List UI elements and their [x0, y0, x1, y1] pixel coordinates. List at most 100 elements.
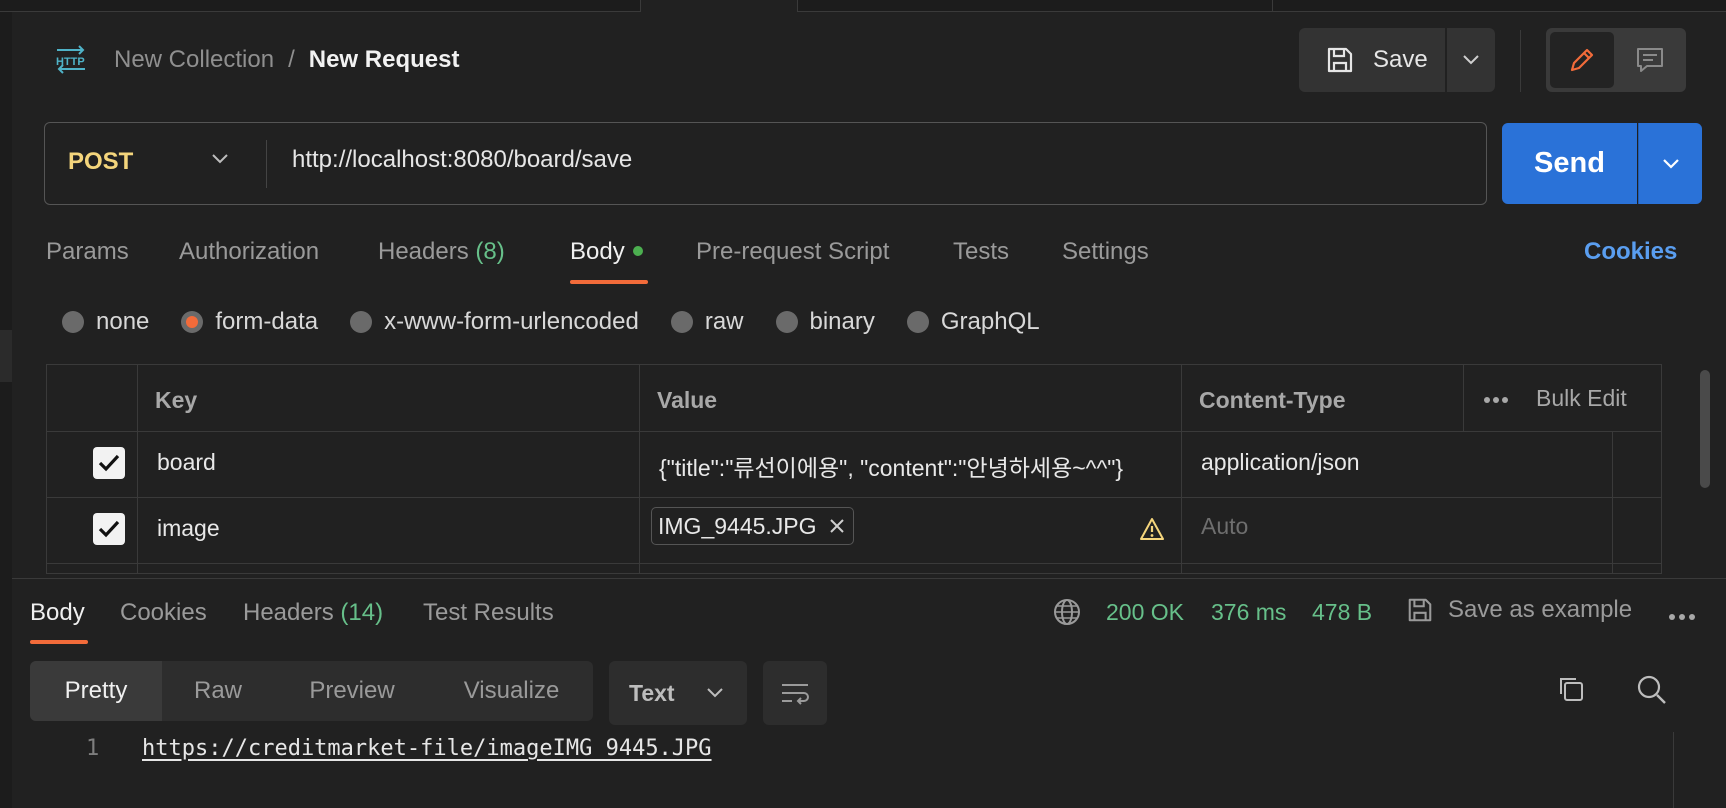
pane-divider[interactable]: [12, 578, 1726, 579]
row-key[interactable]: board: [157, 449, 216, 476]
search-icon[interactable]: [1636, 674, 1668, 711]
row-checkbox[interactable]: [93, 447, 125, 479]
save-icon: [1327, 47, 1353, 73]
send-button[interactable]: Send: [1502, 123, 1637, 204]
editor-edge: [1673, 732, 1674, 808]
radio-circle: [350, 311, 373, 333]
radio-label: form-data: [215, 308, 319, 335]
column-divider: [1612, 431, 1613, 573]
checkmark-icon: [98, 520, 120, 538]
wrap-lines-icon: [782, 684, 809, 705]
chevron-down-icon: [706, 688, 723, 698]
save-label: Save: [1373, 46, 1428, 73]
radio-circle: [775, 311, 798, 333]
tab-authorization[interactable]: Authorization: [179, 238, 319, 266]
globe-icon[interactable]: [1052, 597, 1082, 632]
more-options-icon[interactable]: [1483, 391, 1509, 409]
send-options-button[interactable]: [1638, 123, 1702, 204]
left-sidebar-edge: [0, 12, 12, 808]
comment-mode-button[interactable]: [1618, 32, 1682, 88]
warning-icon[interactable]: [1139, 517, 1165, 546]
copy-icon[interactable]: [1556, 674, 1586, 709]
breadcrumb-request[interactable]: New Request: [309, 46, 460, 73]
comment-icon: [1637, 48, 1663, 72]
response-tab-body[interactable]: Body: [30, 599, 85, 627]
column-header-content-type: Content-Type: [1199, 387, 1346, 413]
active-tab[interactable]: [641, 0, 797, 13]
radio-raw[interactable]: raw: [670, 308, 744, 336]
sidebar-marker: [0, 330, 12, 382]
response-body-line[interactable]: https://creditmarket-file/imageIMG_9445.…: [142, 736, 712, 761]
cookies-link[interactable]: Cookies: [1584, 238, 1677, 266]
close-icon[interactable]: [829, 518, 845, 534]
tab-pre-request-script[interactable]: Pre-request Script: [696, 238, 889, 266]
response-size[interactable]: 478 B: [1312, 599, 1372, 626]
breadcrumb-collection[interactable]: New Collection: [114, 46, 274, 73]
save-options-button[interactable]: [1447, 28, 1495, 92]
edit-mode-button[interactable]: [1550, 32, 1614, 88]
tab-settings[interactable]: Settings: [1062, 238, 1149, 266]
active-tab-underline: [570, 280, 648, 284]
column-divider: [1463, 365, 1464, 431]
tab-divider: [1272, 0, 1273, 12]
tab-body-label: Body: [570, 238, 625, 265]
tab-divider: [797, 0, 798, 12]
radio-label: x-www-form-urlencoded: [384, 308, 639, 335]
column-divider: [1181, 365, 1182, 573]
breadcrumb: New Collection / New Request: [114, 45, 459, 75]
radio-form-data[interactable]: form-data: [181, 308, 318, 336]
format-raw[interactable]: Raw: [162, 661, 274, 721]
radio-circle: [670, 311, 693, 333]
radio-binary[interactable]: binary: [775, 308, 875, 336]
response-time[interactable]: 376 ms: [1211, 599, 1286, 626]
headers-count: (8): [475, 238, 505, 265]
text-type-select[interactable]: Text: [609, 661, 747, 725]
response-tab-headers[interactable]: Headers (14): [243, 599, 383, 627]
tab-headers[interactable]: Headers (8): [378, 238, 505, 266]
form-data-table: Key Value Content-Type Bulk Edit board {…: [46, 364, 1662, 574]
response-tab-cookies[interactable]: Cookies: [120, 599, 207, 627]
response-tab-test-results[interactable]: Test Results: [423, 599, 554, 627]
row-divider: [47, 431, 1661, 432]
checkmark-icon: [98, 454, 120, 472]
radio-circle-selected: [181, 311, 204, 333]
radio-label: binary: [809, 308, 875, 335]
row-divider: [47, 497, 1661, 498]
method-select[interactable]: POST: [68, 148, 133, 176]
tab-params[interactable]: Params: [46, 238, 129, 266]
scrollbar[interactable]: [1700, 370, 1710, 488]
radio-none[interactable]: none: [62, 308, 149, 336]
format-pretty[interactable]: Pretty: [30, 661, 162, 721]
row-divider: [47, 563, 1661, 564]
format-preview[interactable]: Preview: [274, 661, 430, 721]
save-as-example-button[interactable]: Save as example: [1406, 596, 1632, 624]
bulk-edit-button[interactable]: Bulk Edit: [1536, 385, 1627, 412]
chevron-down-icon[interactable]: [210, 152, 230, 170]
save-as-example-label: Save as example: [1448, 596, 1633, 623]
row-content-type[interactable]: application/json: [1201, 449, 1360, 476]
tab-body[interactable]: Body: [570, 238, 643, 266]
url-input[interactable]: [292, 146, 1442, 174]
column-divider: [639, 365, 640, 573]
save-button[interactable]: Save: [1299, 28, 1445, 92]
status-code[interactable]: 200 OK: [1106, 599, 1184, 626]
tab-strip: [0, 0, 1726, 13]
radio-x-www-form-urlencoded[interactable]: x-www-form-urlencoded: [350, 308, 639, 336]
line-number: 1: [86, 736, 100, 761]
radio-graphql[interactable]: GraphQL: [906, 308, 1040, 336]
active-tab-underline: [30, 640, 88, 644]
column-header-key: Key: [155, 387, 198, 413]
radio-label: none: [96, 308, 150, 335]
format-visualize[interactable]: Visualize: [430, 661, 593, 721]
tab-tests[interactable]: Tests: [953, 238, 1009, 266]
row-checkbox[interactable]: [93, 513, 125, 545]
content-type-placeholder[interactable]: Auto: [1201, 513, 1248, 540]
wrap-lines-button[interactable]: [763, 661, 827, 725]
row-key[interactable]: image: [157, 515, 220, 542]
file-chip-partial: [649, 573, 811, 574]
pencil-icon: [1570, 48, 1594, 72]
url-divider: [266, 140, 267, 188]
more-options-icon[interactable]: [1668, 608, 1696, 626]
row-value[interactable]: {"title":"류선이에용", "content":"안녕하세용~^^"}: [659, 449, 1123, 483]
file-chip: IMG_9445.JPG: [651, 507, 854, 545]
